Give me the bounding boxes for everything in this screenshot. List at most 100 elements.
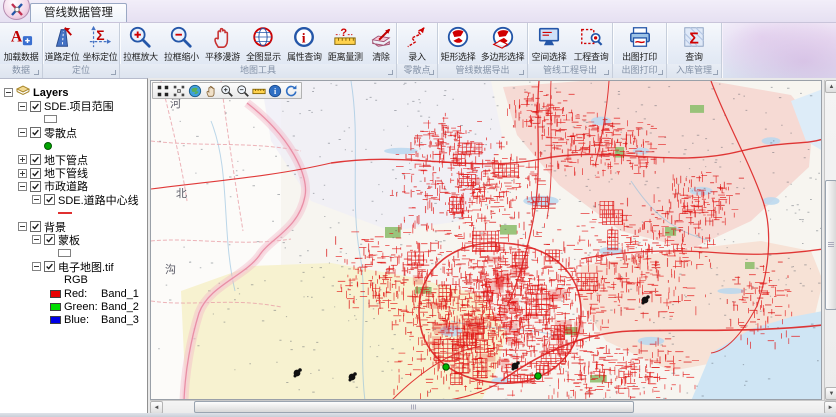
zoom-out-box-button[interactable]: 拉框缩小 <box>163 25 200 63</box>
ribbon-body: A加载数据数据道路定位Σ坐标定位定位拉框放大拉框缩小平移漫游全图显示i属性查询?… <box>0 23 836 78</box>
query-icon: Σ <box>682 25 706 49</box>
layer-checkbox[interactable] <box>30 127 41 138</box>
scroll-down-button[interactable]: ▼ <box>825 387 836 400</box>
layer-checkbox[interactable] <box>44 261 55 272</box>
layer-label[interactable]: SDE.道路中心线 <box>58 192 139 208</box>
pan-roam-icon <box>210 25 234 49</box>
zoom-out-icon[interactable] <box>236 84 250 98</box>
window-bottom-edge <box>0 413 836 417</box>
dialog-launcher-icon[interactable] <box>604 70 609 75</box>
layer-checkbox[interactable] <box>30 101 41 112</box>
vertical-scrollbar[interactable]: ▲ ▼ <box>824 80 836 400</box>
identify-info-icon[interactable]: i <box>268 84 282 98</box>
ribbon-button-label: 工程查询 <box>574 50 609 63</box>
app-logo-icon <box>8 0 26 19</box>
tab-pipeline-data-management[interactable]: 管线数据管理 <box>30 3 127 22</box>
distance-measure-button[interactable]: ?距离量测 <box>327 25 364 63</box>
collapse-icon[interactable] <box>32 195 41 204</box>
band-value: Band_1 <box>101 288 139 300</box>
load-data-button[interactable]: A加载数据 <box>3 25 40 63</box>
fixed-zoom-squares-icon[interactable] <box>172 84 186 98</box>
layer-checkbox[interactable] <box>44 194 55 205</box>
collapse-icon[interactable] <box>18 102 27 111</box>
ribbon-group-label: 出图打印 <box>621 65 657 75</box>
zoom-in-icon[interactable] <box>220 84 234 98</box>
app-menu-button[interactable] <box>3 0 30 20</box>
query-button[interactable]: Σ查询 <box>681 25 707 63</box>
layer-label[interactable]: 零散点 <box>44 125 77 141</box>
refresh-icon[interactable] <box>284 84 298 98</box>
globe-icon[interactable] <box>188 84 202 98</box>
collapse-icon[interactable] <box>4 88 13 97</box>
dialog-launcher-icon[interactable] <box>388 70 393 75</box>
map-toolbar: i <box>152 82 302 99</box>
band-color-swatch <box>50 290 61 298</box>
ribbon-button-label: 拉框缩小 <box>164 50 199 63</box>
print-button[interactable]: 出图打印 <box>621 25 658 63</box>
ribbon-group-label: 地图工具 <box>240 65 276 75</box>
map-image[interactable]: 河北沟 <box>151 81 822 400</box>
layer-label[interactable]: Layers <box>33 87 68 99</box>
app-window: 管线数据管理 A加载数据数据道路定位Σ坐标定位定位拉框放大拉框缩小平移漫游全图显… <box>0 0 836 417</box>
spatial-select-button[interactable]: 空间选择 <box>531 25 568 63</box>
expand-icon[interactable] <box>18 169 27 178</box>
dialog-launcher-icon[interactable] <box>713 70 718 75</box>
ribbon-group-6: 出图打印出图打印 <box>613 23 667 78</box>
ribbon-decoration <box>722 23 836 78</box>
dialog-launcher-icon[interactable] <box>519 70 524 75</box>
layer-label[interactable]: SDE.项目范围 <box>44 98 114 114</box>
road-locate-button[interactable]: 道路定位 <box>44 25 81 63</box>
layer-checkbox[interactable] <box>30 168 41 179</box>
ribbon-tab-row: 管线数据管理 <box>0 0 836 23</box>
collapse-icon[interactable] <box>32 262 41 271</box>
ribbon-button-label: 多边形选择 <box>481 50 525 63</box>
ribbon-button-label: 属性查询 <box>287 50 322 63</box>
polygon-select-icon <box>491 25 515 49</box>
layer-label[interactable]: 蒙板 <box>58 232 80 248</box>
layer-checkbox[interactable] <box>44 234 55 245</box>
expand-icon[interactable] <box>18 155 27 164</box>
layer-symbol-rect-outline <box>44 115 57 123</box>
collapse-icon[interactable] <box>18 128 27 137</box>
polygon-select-button[interactable]: 多边形选择 <box>480 25 526 63</box>
scroll-up-button[interactable]: ▲ <box>825 80 836 93</box>
clear-button[interactable]: 清除 <box>368 25 394 63</box>
entry-button[interactable]: 录入 <box>404 25 430 63</box>
layer-checkbox[interactable] <box>30 154 41 165</box>
full-extent-button[interactable]: 全图显示 <box>245 25 282 63</box>
distance-measure-icon: ? <box>333 25 357 49</box>
full-extent-squares-icon[interactable] <box>156 84 170 98</box>
map-view[interactable]: 河北沟 <box>150 80 822 400</box>
zoom-in-box-button[interactable]: 拉框放大 <box>122 25 159 63</box>
layer-checkbox[interactable] <box>30 221 41 232</box>
project-query-icon <box>579 25 603 49</box>
attribute-query-button[interactable]: i属性查询 <box>286 25 323 63</box>
band-name: Red: <box>64 288 101 300</box>
dialog-launcher-icon[interactable] <box>111 70 116 75</box>
horizontal-scrollbar[interactable]: ◄ ► <box>150 400 836 413</box>
dialog-launcher-icon[interactable] <box>34 70 39 75</box>
layers-tree: LayersSDE.项目范围零散点地下管点地下管线市政道路SDE.道路中心线背景… <box>0 86 147 327</box>
layer-checkbox[interactable] <box>30 181 41 192</box>
horizontal-scroll-thumb[interactable] <box>194 401 634 413</box>
rectangle-select-button[interactable]: 矩形选择 <box>440 25 477 63</box>
collapse-icon[interactable] <box>18 222 27 231</box>
dialog-launcher-icon[interactable] <box>429 70 434 75</box>
raster-rgb-title: RGB <box>64 274 88 286</box>
measure-ruler-icon[interactable] <box>252 84 266 98</box>
layer-label[interactable]: 电子地图.tif <box>58 259 114 275</box>
collapse-icon[interactable] <box>18 182 27 191</box>
dialog-launcher-icon[interactable] <box>658 70 663 75</box>
vertical-scroll-thumb[interactable] <box>825 180 836 310</box>
ribbon-button-label: 矩形选择 <box>441 50 476 63</box>
svg-text:Σ: Σ <box>96 27 104 43</box>
collapse-icon[interactable] <box>32 235 41 244</box>
pan-roam-button[interactable]: 平移漫游 <box>204 25 241 63</box>
ribbon-group-5: 空间选择工程查询管线工程导出 <box>528 23 613 78</box>
project-query-button[interactable]: 工程查询 <box>573 25 610 63</box>
pan-hand-icon[interactable] <box>204 84 218 98</box>
map-area: 河北沟 i ▲ ▼ ◄ ► <box>148 78 836 413</box>
coordinate-locate-button[interactable]: Σ坐标定位 <box>82 25 119 63</box>
ribbon-group-4: 矩形选择多边形选择管线数据导出 <box>438 23 528 78</box>
spatial-select-icon <box>537 25 561 49</box>
